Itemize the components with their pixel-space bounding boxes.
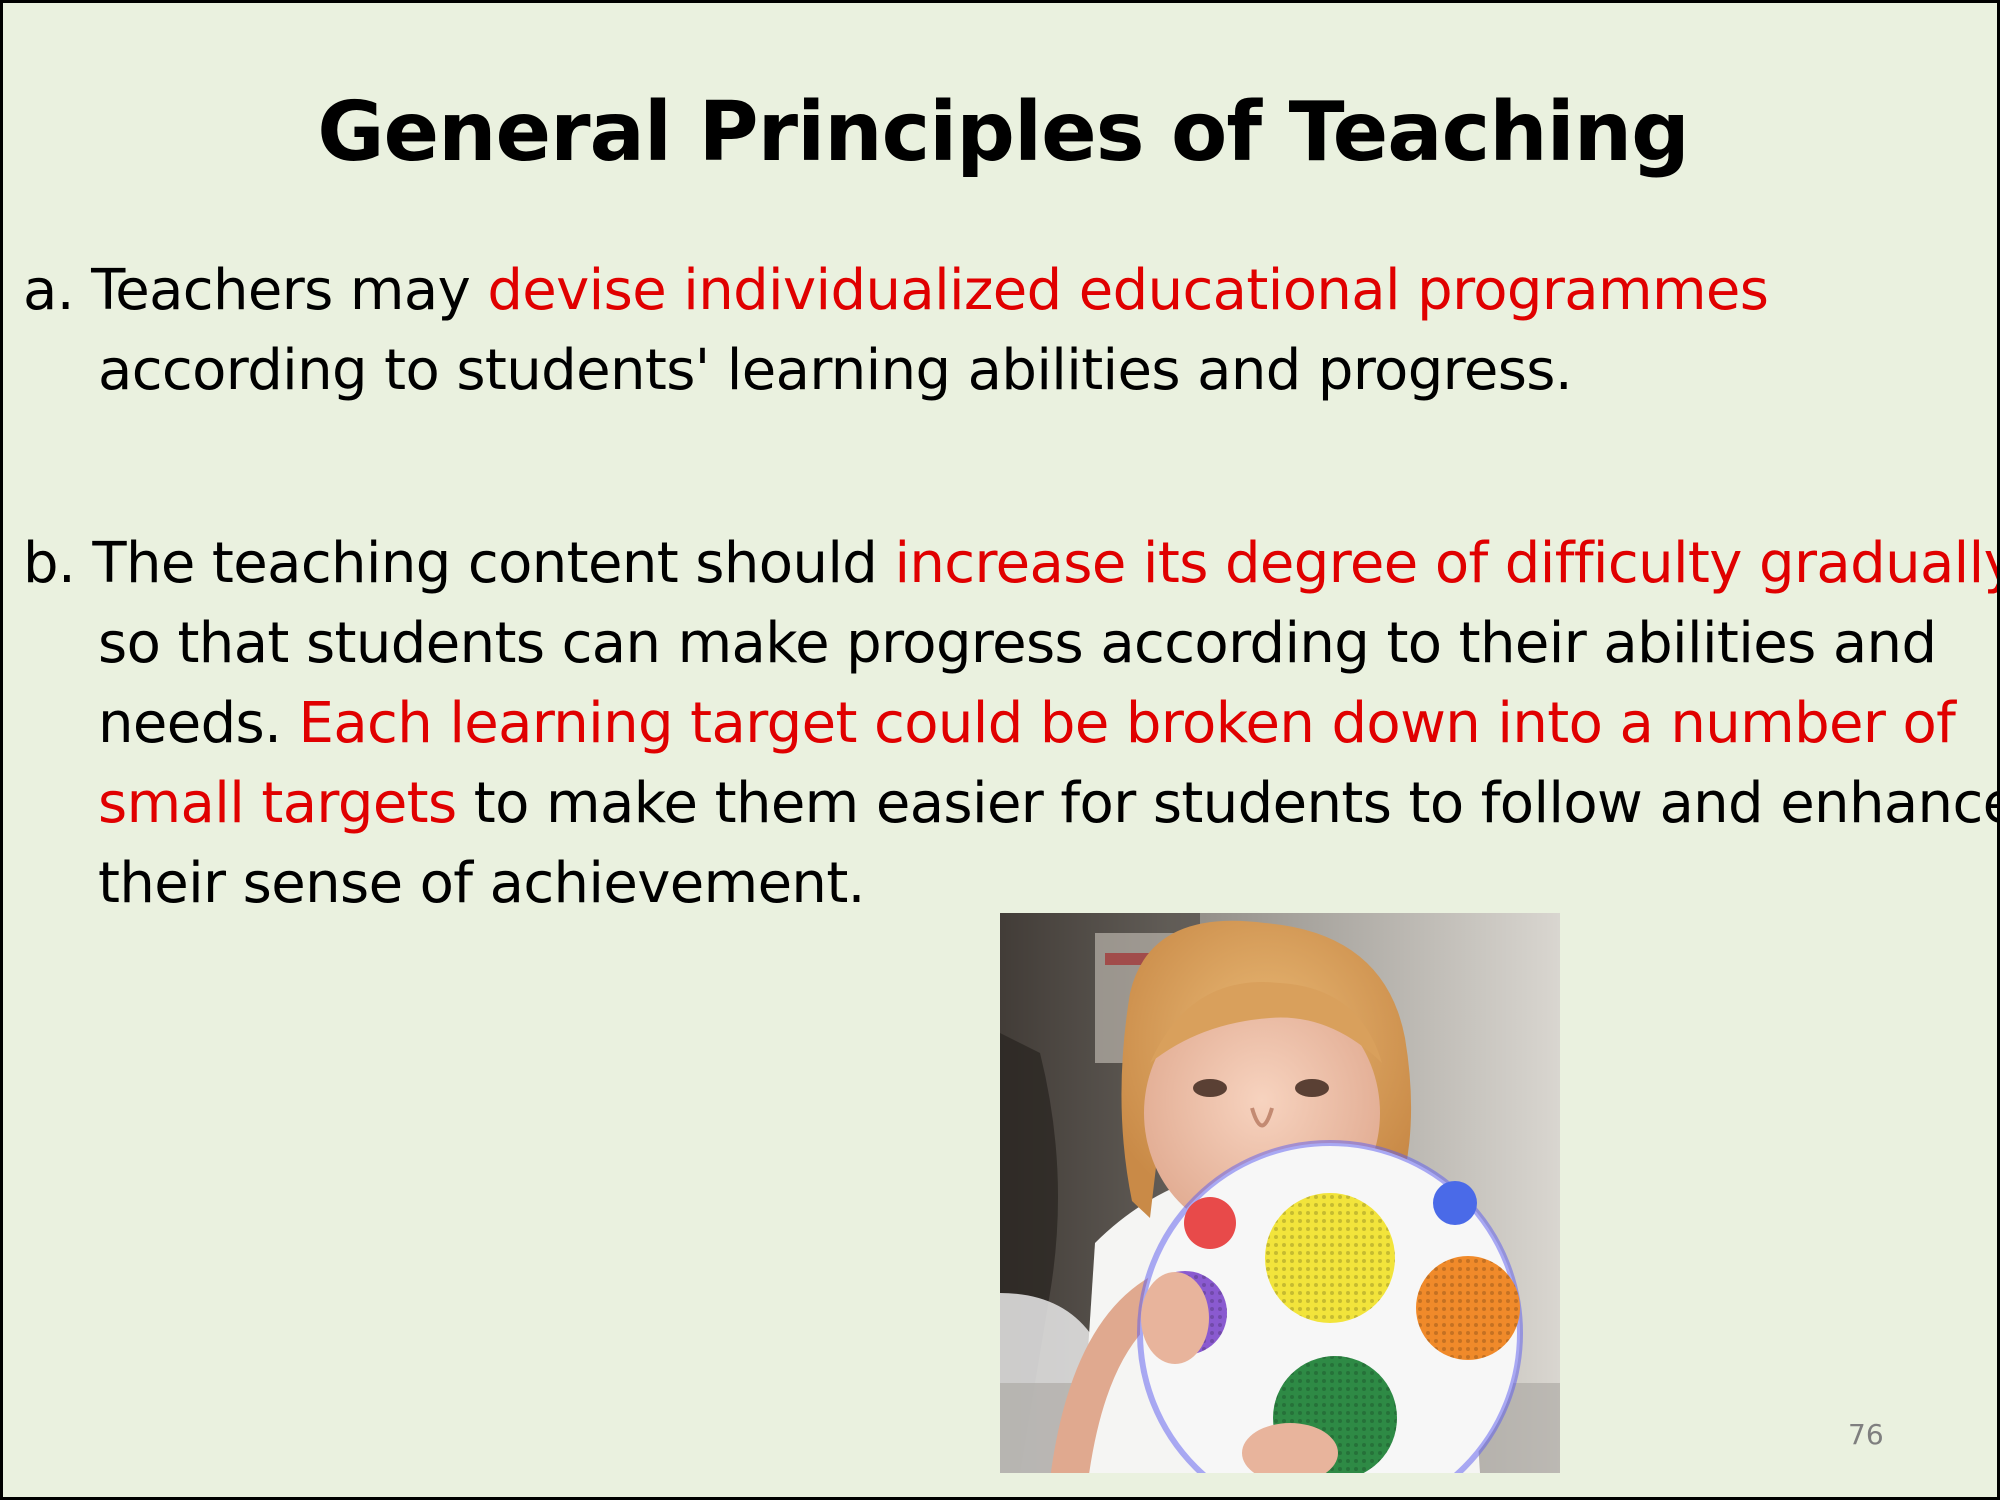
point-b-line-4-rest: to make them easier for students to foll…: [456, 771, 2000, 836]
slide-title: General Principles of Teaching: [317, 85, 1690, 180]
point-a-prefix: a. Teachers may: [23, 258, 488, 323]
slide: General Principles of Teaching a. Teache…: [0, 0, 2000, 1500]
point-b-line-5: their sense of achievement.: [98, 851, 865, 916]
point-b-line-1: b. The teaching content should increase …: [23, 524, 1997, 604]
point-b-highlight-2b: small targets: [98, 771, 457, 836]
point-b-line-3-prefix: needs.: [98, 691, 299, 756]
point-b-highlight-1: increase its degree of difficulty gradua…: [894, 531, 2000, 596]
point-b: b. The teaching content should increase …: [23, 524, 1997, 924]
page-number: 76: [1848, 1418, 1884, 1451]
point-a-line-1: a. Teachers may devise individualized ed…: [23, 251, 1993, 331]
point-b-highlight-2a: Each learning target could be broken dow…: [298, 691, 1956, 756]
point-b-line-3: needs. Each learning target could be bro…: [23, 684, 1993, 764]
point-b-prefix: b. The teaching content should: [23, 531, 895, 596]
point-a-highlight: devise individualized educational progra…: [487, 258, 1769, 323]
point-b-line-2: so that students can make progress accor…: [98, 611, 1937, 676]
point-a-line-2: according to students' learning abilitie…: [98, 338, 1573, 403]
point-a: a. Teachers may devise individualized ed…: [23, 251, 1993, 411]
child-holding-ball-photo: [1000, 913, 1560, 1473]
point-b-line-4: small targets to make them easier for st…: [23, 764, 1997, 844]
